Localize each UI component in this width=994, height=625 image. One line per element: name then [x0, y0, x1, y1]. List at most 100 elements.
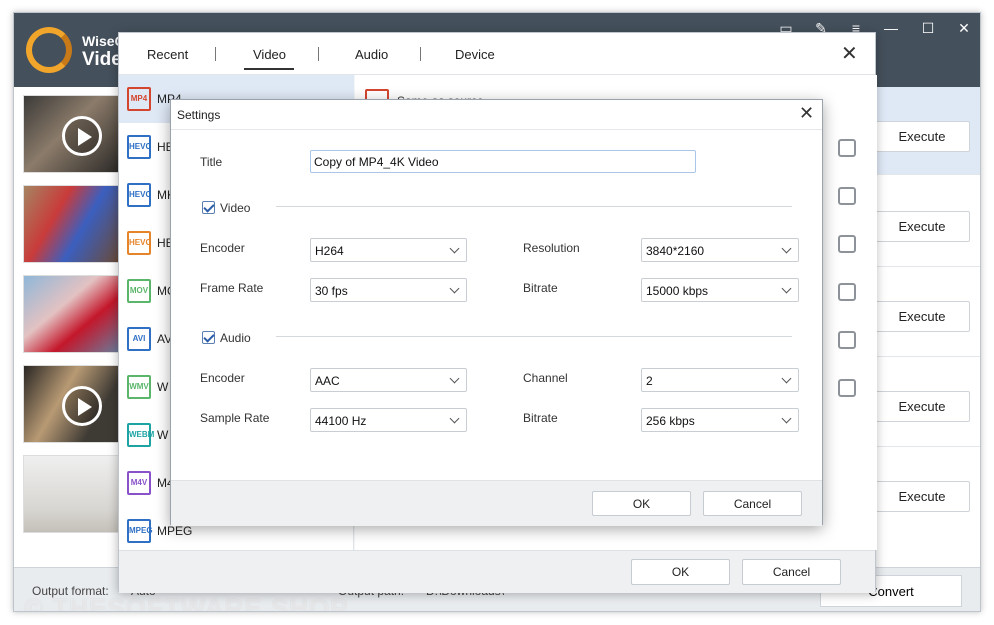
chevron-down-icon: [449, 373, 460, 384]
video-bitrate-select[interactable]: 15000 kbps: [641, 278, 799, 302]
tab-device[interactable]: Device: [455, 47, 495, 62]
resolution-label: Resolution: [523, 241, 580, 255]
active-tab-indicator: [244, 68, 294, 70]
audio-bitrate-value: 256 kbps: [646, 414, 695, 428]
webm-icon: WEBM: [127, 423, 154, 447]
task-row: Execute: [869, 269, 980, 357]
encoder-select[interactable]: H264: [310, 238, 467, 262]
audio-bitrate-label: Bitrate: [523, 411, 558, 425]
frame-rate-select[interactable]: 30 fps: [310, 278, 467, 302]
settings-dialog: Settings ✕ Title Video Encoder H264 Reso…: [170, 99, 823, 526]
format-tabs: Recent Video Audio Device ✕: [119, 33, 875, 75]
edit-preset-icon[interactable]: [838, 379, 856, 397]
watermark: © THESOFTWARE.SHOP: [24, 593, 349, 612]
window-close-icon[interactable]: ✕: [954, 18, 974, 38]
frame-rate-value: 30 fps: [315, 284, 348, 298]
execute-button[interactable]: Execute: [874, 301, 970, 332]
tab-video[interactable]: Video: [253, 47, 286, 62]
chevron-down-icon: [449, 243, 460, 254]
video-bitrate-label: Bitrate: [523, 281, 558, 295]
sample-rate-select[interactable]: 44100 Hz: [310, 408, 467, 432]
video-bitrate-value: 15000 kbps: [646, 284, 709, 298]
hevc-icon: HEVC: [127, 231, 151, 255]
task-row: Execute: [869, 449, 980, 537]
audio-encoder-value: AAC: [315, 374, 340, 388]
audio-encoder-label: Encoder: [200, 371, 245, 385]
mpeg-icon: MPEG: [127, 519, 153, 543]
encoder-value: H264: [315, 244, 344, 258]
execute-button[interactable]: Execute: [874, 121, 970, 152]
video-thumbnail[interactable]: [23, 95, 119, 173]
chevron-down-icon: [449, 413, 460, 424]
settings-body: Title Video Encoder H264 Resolution 3840…: [171, 130, 822, 480]
wmv-icon: WMV: [127, 375, 151, 399]
resolution-select[interactable]: 3840*2160: [641, 238, 799, 262]
cancel-button[interactable]: Cancel: [703, 491, 802, 516]
ok-button[interactable]: OK: [592, 491, 691, 516]
sample-rate-value: 44100 Hz: [315, 414, 367, 428]
format-dialog-footer: OK Cancel: [119, 550, 875, 593]
format-name: MPEG: [157, 524, 193, 538]
video-thumbnail[interactable]: [23, 365, 119, 443]
task-row: Execute: [869, 179, 980, 267]
title-input[interactable]: [310, 150, 696, 173]
task-row: Execute: [869, 359, 980, 447]
chevron-down-icon: [449, 283, 460, 294]
execute-button[interactable]: Execute: [874, 211, 970, 242]
tab-recent[interactable]: Recent: [147, 47, 188, 62]
tab-divider: [318, 47, 319, 61]
brand-product: Vide: [82, 49, 122, 70]
audio-encoder-select[interactable]: AAC: [310, 368, 467, 392]
chevron-down-icon: [781, 373, 792, 384]
ok-button[interactable]: OK: [631, 559, 730, 585]
video-checkbox[interactable]: [202, 201, 215, 214]
video-thumbnail[interactable]: [23, 275, 119, 353]
encoder-label: Encoder: [200, 241, 245, 255]
tab-audio[interactable]: Audio: [355, 47, 388, 62]
audio-section-label: Audio: [220, 331, 251, 345]
m4v-icon: M4V: [127, 471, 151, 495]
channel-select[interactable]: 2: [641, 368, 799, 392]
edit-preset-icon[interactable]: [838, 139, 856, 157]
edit-preset-icon[interactable]: [838, 235, 856, 253]
tab-divider: [215, 47, 216, 61]
mov-icon: MOV: [127, 279, 151, 303]
execute-button[interactable]: Execute: [874, 391, 970, 422]
tab-divider: [420, 47, 421, 61]
close-icon[interactable]: ✕: [799, 103, 814, 124]
divider: [276, 206, 792, 207]
title-label: Title: [200, 155, 223, 169]
video-section-label: Video: [220, 201, 251, 215]
app-logo-icon: [26, 27, 72, 73]
minimize-icon[interactable]: —: [881, 18, 901, 38]
frame-rate-label: Frame Rate: [200, 281, 264, 295]
audio-bitrate-select[interactable]: 256 kbps: [641, 408, 799, 432]
task-row: Execute: [869, 87, 980, 175]
maximize-icon[interactable]: ☐: [918, 18, 938, 38]
edit-preset-icon[interactable]: [838, 187, 856, 205]
hevc-icon: HEVC: [127, 183, 151, 207]
resolution-value: 3840*2160: [646, 244, 705, 258]
divider: [276, 336, 792, 337]
video-thumbnail[interactable]: [23, 455, 119, 533]
play-icon[interactable]: [62, 116, 102, 156]
channel-value: 2: [646, 374, 653, 388]
settings-footer: OK Cancel: [171, 480, 822, 526]
chevron-down-icon: [781, 243, 792, 254]
edit-preset-icon[interactable]: [838, 331, 856, 349]
hevc-icon: HEVC: [127, 135, 151, 159]
close-icon[interactable]: ✕: [841, 41, 858, 66]
audio-checkbox[interactable]: [202, 331, 215, 344]
settings-title-bar: Settings ✕: [171, 100, 822, 130]
video-thumbnail[interactable]: [23, 185, 119, 263]
cancel-button[interactable]: Cancel: [742, 559, 841, 585]
avi-icon: AVI: [127, 327, 151, 351]
execute-button[interactable]: Execute: [874, 481, 970, 512]
file-list: [14, 87, 120, 567]
edit-preset-icon[interactable]: [838, 283, 856, 301]
format-name: W: [157, 428, 169, 442]
chevron-down-icon: [781, 413, 792, 424]
format-name: W: [157, 380, 169, 394]
play-icon[interactable]: [62, 386, 102, 426]
dialog-title: Settings: [177, 108, 221, 122]
